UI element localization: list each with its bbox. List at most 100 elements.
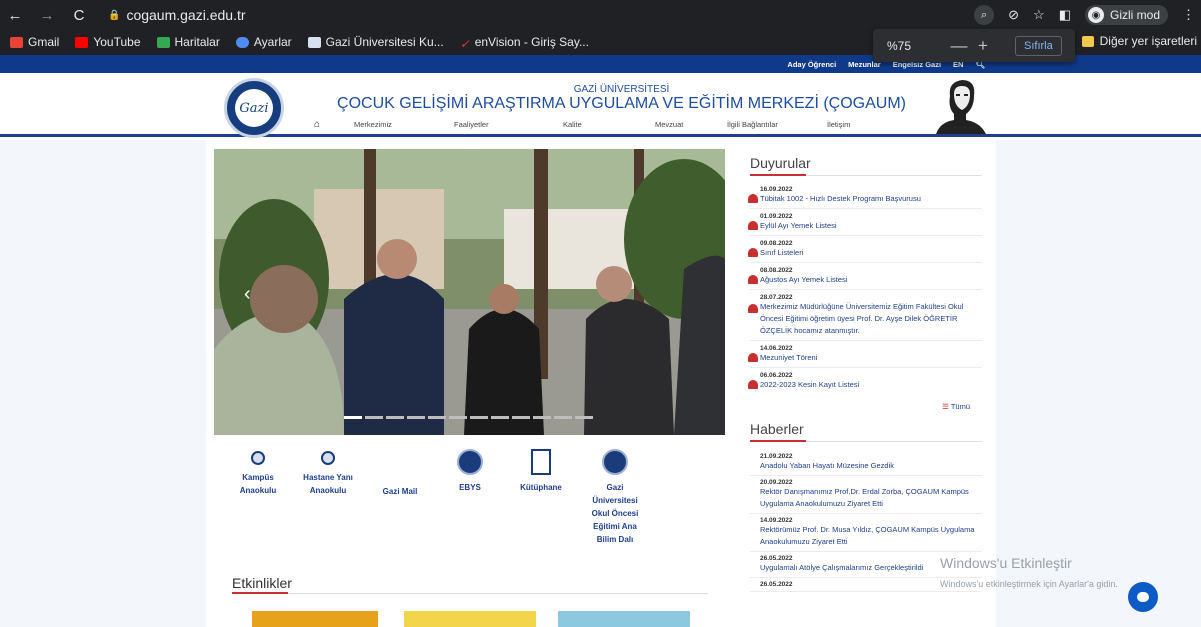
check-icon: ✓ bbox=[459, 36, 470, 51]
university-name: GAZİ ÜNİVERSİTESİ bbox=[573, 84, 670, 95]
slider-dot[interactable] bbox=[533, 416, 551, 419]
page-title: ÇOCUK GELİŞİMİ ARAŞTIRMA UYGULAMA VE EĞİ… bbox=[337, 95, 906, 112]
bell-icon bbox=[748, 380, 758, 389]
slider-dot[interactable] bbox=[407, 416, 425, 419]
chat-button[interactable] bbox=[1128, 582, 1158, 612]
book-icon bbox=[531, 449, 551, 475]
toolbar-right: ⌕ ⊘ ☆ ◧ ◉ Gizli mod ⋮ bbox=[974, 5, 1195, 25]
zoom-reset-button[interactable]: Sıfırla bbox=[1015, 35, 1062, 56]
quick-link-kampus[interactable]: Kampüs Anaokulu bbox=[230, 451, 286, 497]
announcement-item[interactable]: 14.06.2022 Mezuniyet Töreni bbox=[748, 341, 982, 368]
announcements-title: Duyurular bbox=[750, 155, 982, 176]
bookmark-gmail[interactable]: Gmail bbox=[10, 35, 59, 49]
menu-merkezimiz[interactable]: Merkezimiz bbox=[354, 120, 454, 129]
slider-dot[interactable] bbox=[512, 416, 530, 419]
slider-prev-icon[interactable]: ‹ bbox=[244, 283, 251, 306]
forward-icon[interactable]: → bbox=[38, 7, 56, 24]
quick-link-okul-oncesi[interactable]: Gazi Üniversitesi Okul Öncesi Eğitimi An… bbox=[584, 449, 646, 546]
address-bar[interactable]: 🔒 cogaum.gazi.edu.tr bbox=[108, 7, 246, 23]
quick-link-label: Gazi Mail bbox=[382, 487, 418, 496]
slider-dots bbox=[344, 416, 593, 419]
announcement-item[interactable]: 01.09.2022 Eylül Ayı Yemek Listesi bbox=[748, 209, 982, 236]
bell-icon bbox=[748, 353, 758, 362]
quick-link-hastane[interactable]: Hastane Yanı Anaokulu bbox=[300, 451, 356, 497]
news-slider-photo[interactable] bbox=[214, 149, 725, 435]
quick-links: Kampüs Anaokulu Hastane Yanı Anaokulu Ga… bbox=[222, 449, 672, 571]
news-item[interactable]: 20.09.2022 Rektör Danışmanımız Prof.Dr. E… bbox=[750, 476, 982, 514]
windows-activation-subtitle: Windows'u etkinleştirmek için Ayarlar'a … bbox=[940, 579, 1118, 589]
news-item[interactable]: 14.09.2022 Rektörümüz Prof. Dr. Musa Yıld… bbox=[750, 514, 982, 552]
slider-dot[interactable] bbox=[491, 416, 509, 419]
gazi-logo-icon bbox=[602, 449, 628, 475]
sidepanel-icon[interactable]: ◧ bbox=[1059, 7, 1071, 23]
folder-icon bbox=[1081, 35, 1094, 47]
quick-link-label: Kütüphane bbox=[520, 483, 562, 492]
slider-dot[interactable] bbox=[449, 416, 467, 419]
url-text[interactable]: cogaum.gazi.edu.tr bbox=[126, 7, 245, 23]
events-title: Etkinlikler bbox=[232, 575, 292, 591]
settings-icon bbox=[235, 36, 249, 48]
eye-off-icon[interactable]: ⊘ bbox=[1008, 7, 1019, 23]
location-pin-icon bbox=[321, 451, 335, 465]
quick-link-ebys[interactable]: EBYS bbox=[440, 449, 500, 494]
menu-kalite[interactable]: Kalite bbox=[563, 120, 655, 129]
all-announcements-link[interactable]: ☰ Tümü bbox=[750, 394, 982, 421]
site-header: Gazi GAZİ ÜNİVERSİTESİ ÇOCUK GELİŞİMİ AR… bbox=[0, 73, 1201, 138]
bookmark-maps[interactable]: Haritalar bbox=[156, 35, 220, 49]
slider-dot[interactable] bbox=[365, 416, 383, 419]
bell-icon bbox=[748, 275, 758, 284]
menu-iletisim[interactable]: İletişim bbox=[827, 120, 850, 129]
event-thumbnail[interactable] bbox=[404, 611, 536, 627]
quick-link-library[interactable]: Kütüphane bbox=[510, 449, 572, 494]
announcement-item[interactable]: 06.06.2022 2022-2023 Kesin Kayıt Listesi bbox=[748, 368, 982, 394]
bell-icon bbox=[748, 248, 758, 257]
events-divider bbox=[232, 593, 708, 594]
incognito-label: Gizli mod bbox=[1109, 8, 1160, 22]
announcement-item[interactable]: 09.08.2022 Sınıf Listeleri bbox=[748, 236, 982, 263]
news-item[interactable]: 21.09.2022 Anadolu Yaban Hayatı Müzesine … bbox=[750, 450, 982, 476]
slider-dot[interactable] bbox=[386, 416, 404, 419]
slider-dot[interactable] bbox=[470, 416, 488, 419]
menu-ilgili-baglantilar[interactable]: İlgili Bağlantılar bbox=[727, 120, 827, 129]
quick-link-label: Hastane Yanı Anaokulu bbox=[303, 473, 353, 495]
zoom-out-button[interactable]: — bbox=[947, 36, 971, 56]
gazi-logo-icon bbox=[457, 449, 483, 475]
bookmark-envision[interactable]: ✓ enVision - Giriş Say... bbox=[459, 35, 589, 51]
announcement-item[interactable]: 16.09.2022 Tübitak 1002 - Hızlı Destek Pr… bbox=[748, 182, 982, 209]
menu-faaliyetler[interactable]: Faaliyetler bbox=[454, 120, 563, 129]
bookmark-gazi[interactable]: Gazi Üniversitesi Ku... bbox=[307, 35, 444, 49]
event-thumbnail[interactable] bbox=[252, 611, 378, 627]
zoom-icon[interactable]: ⌕ bbox=[974, 5, 995, 25]
announcement-item[interactable]: 28.07.2022 Merkezimiz Müdürlüğüne Ünivers… bbox=[748, 290, 982, 341]
slider-dot[interactable] bbox=[428, 416, 446, 419]
incognito-badge[interactable]: ◉ Gizli mod bbox=[1084, 5, 1168, 25]
lock-icon: 🔒 bbox=[108, 9, 121, 21]
quick-link-label: EBYS bbox=[459, 483, 481, 492]
announcement-item[interactable]: 08.08.2022 Ağustos Ayı Yemek Listesi bbox=[748, 263, 982, 290]
slider-dot[interactable] bbox=[344, 416, 362, 419]
event-thumbnail[interactable] bbox=[558, 611, 690, 627]
other-bookmarks-label: Diğer yer işaretleri bbox=[1099, 34, 1197, 48]
gazi-icon bbox=[307, 36, 321, 48]
back-icon[interactable]: ← bbox=[6, 7, 24, 24]
bookmark-settings[interactable]: Ayarlar bbox=[235, 35, 292, 49]
quick-link-label: Kampüs Anaokulu bbox=[239, 473, 277, 495]
reload-icon[interactable]: C bbox=[70, 7, 88, 24]
quick-link-mail[interactable]: Gazi Mail bbox=[372, 485, 428, 498]
slider-dot[interactable] bbox=[554, 416, 572, 419]
main-menu: ⌂ Merkezimiz Faaliyetler Kalite Mevzuat … bbox=[314, 119, 850, 130]
home-icon[interactable]: ⌂ bbox=[314, 119, 354, 130]
star-icon[interactable]: ☆ bbox=[1033, 7, 1045, 23]
bell-icon bbox=[748, 304, 758, 313]
quick-link-label: Gazi Üniversitesi Okul Öncesi Eğitimi An… bbox=[591, 483, 639, 544]
maps-icon bbox=[156, 36, 170, 48]
slider-dot[interactable] bbox=[575, 416, 593, 419]
bookmark-youtube[interactable]: YouTube bbox=[75, 35, 141, 49]
menu-mevzuat[interactable]: Mevzuat bbox=[655, 120, 727, 129]
menu-icon[interactable]: ⋮ bbox=[1182, 7, 1195, 23]
bell-icon bbox=[748, 194, 758, 203]
other-bookmarks[interactable]: Diğer yer işaretleri bbox=[1081, 34, 1197, 48]
topbar-link-aday[interactable]: Aday Öğrenci bbox=[787, 60, 836, 69]
web-page: Aday Öğrenci Mezunlar Engelsiz Gazi EN 🔍… bbox=[0, 55, 1201, 627]
zoom-in-button[interactable]: + bbox=[971, 36, 995, 56]
